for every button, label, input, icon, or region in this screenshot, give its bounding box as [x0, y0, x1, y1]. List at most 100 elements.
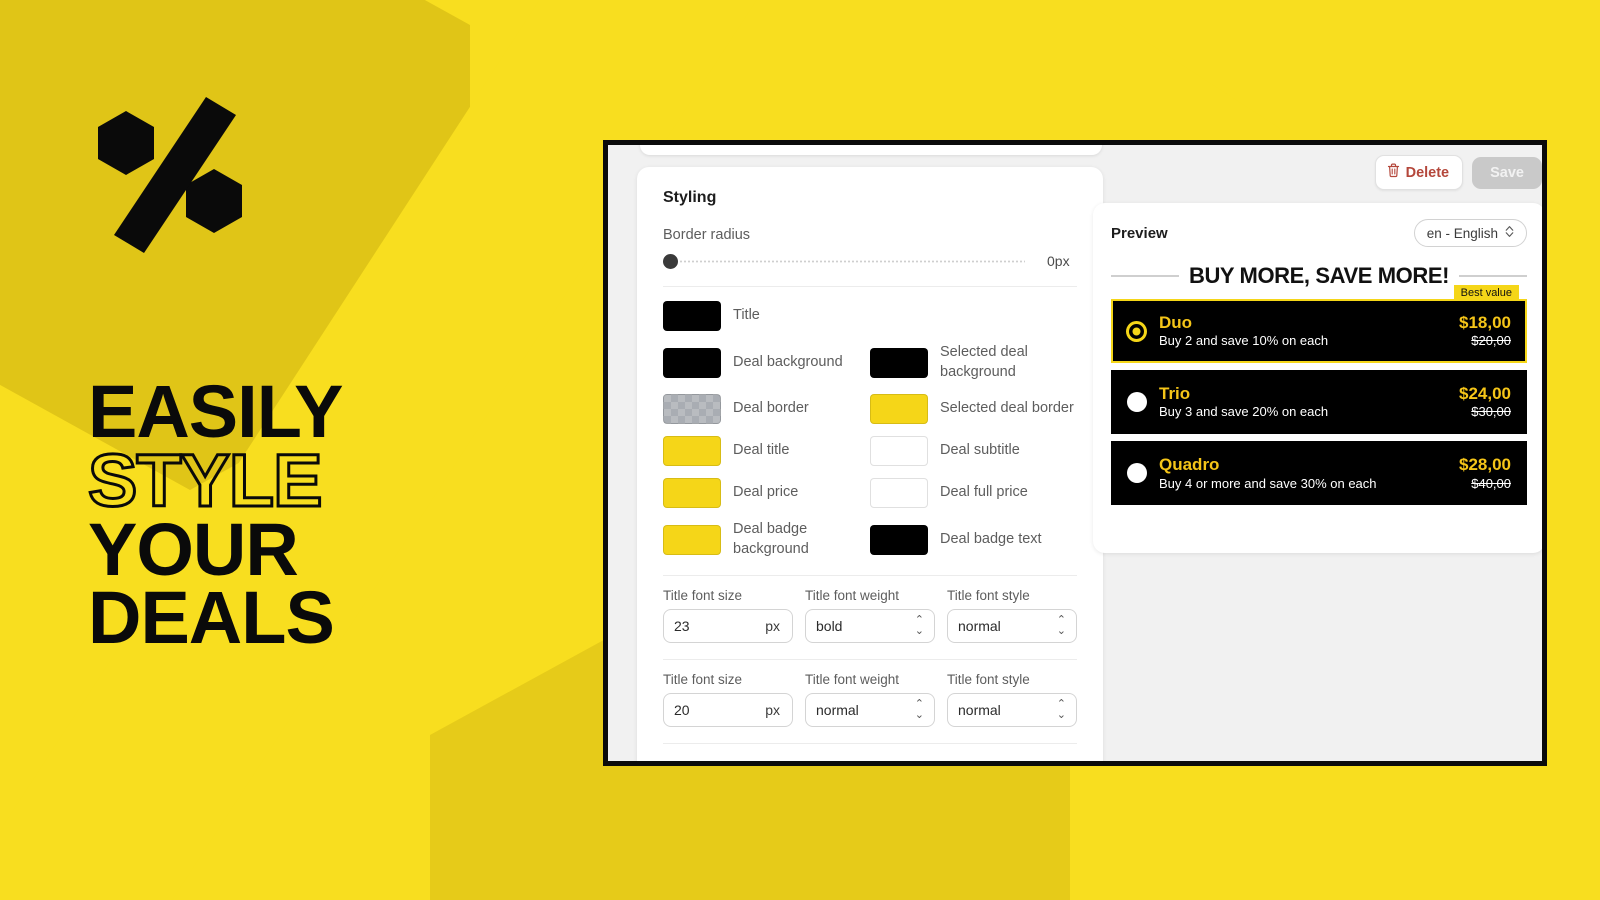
deal-price-quadro: $28,00: [1459, 455, 1511, 475]
partial-card-above: [640, 145, 1102, 155]
color-swatch-deal-full-price[interactable]: [870, 478, 928, 509]
deal-radio-trio[interactable]: [1127, 392, 1147, 413]
font-weight-label-1: Title font weight: [805, 588, 900, 604]
deal-radio-quadro[interactable]: [1127, 463, 1147, 484]
font-style-value-2: normal: [958, 702, 1001, 719]
deal-info: Duo Buy 2 and save 10% on each: [1159, 312, 1459, 350]
swatch-row: Deal badge background Deal badge text: [663, 520, 1077, 559]
delete-button[interactable]: Delete: [1374, 155, 1464, 190]
trash-icon: [1387, 163, 1400, 182]
action-bar: Delete Save: [1374, 155, 1542, 190]
preview-title: Preview: [1111, 224, 1168, 242]
font-size-input-2[interactable]: 20 px: [663, 693, 793, 728]
deal-info: Trio Buy 3 and save 20% on each: [1159, 383, 1459, 421]
deal-full-price-quadro: $40,00: [1471, 475, 1511, 491]
deal-prices: $18,00 $20,00: [1459, 312, 1511, 350]
headline-line-4: DEALS: [88, 576, 335, 660]
swatch-cell-deal-price[interactable]: Deal price: [663, 478, 870, 509]
font-weight-select-1[interactable]: bold ⌃ ⌄: [805, 609, 935, 644]
deal-option-quadro[interactable]: Quadro Buy 4 or more and save 30% on eac…: [1111, 441, 1527, 506]
swatch-cell-deal-badge-background[interactable]: Deal badge background: [663, 520, 870, 559]
field-col-font-size-2: Title font size 20 px: [663, 672, 793, 728]
deal-name-quadro: Quadro: [1159, 455, 1220, 475]
heading-rule-right: [1459, 275, 1528, 277]
color-swatch-deal-subtitle[interactable]: [870, 436, 928, 467]
deal-prices: $24,00 $30,00: [1459, 383, 1511, 421]
swatch-cell-deal-title[interactable]: Deal title: [663, 436, 870, 467]
divider-two: [663, 575, 1077, 577]
swatch-label-selected-deal-background: Selected deal background: [940, 344, 1028, 380]
chevron-updown-icon: ⌃ ⌄: [914, 614, 924, 638]
deal-option-trio[interactable]: Trio Buy 3 and save 20% on each $24,00 $…: [1111, 370, 1527, 435]
deal-full-price-trio: $30,00: [1471, 404, 1511, 420]
swatch-label-deal-badge-background: Deal badge background: [733, 521, 809, 557]
color-swatch-deal-price[interactable]: [663, 478, 721, 509]
color-swatch-deal-badge-text[interactable]: [870, 524, 928, 555]
percent-hexagon-logo-icon: [88, 85, 258, 265]
font-fields-row-one: Title font size 23 px Title font weight …: [663, 588, 1077, 644]
font-fields-row-two: Title font size 20 px Title font weight …: [663, 672, 1077, 728]
swatch-row: Deal price Deal full price: [663, 478, 1077, 509]
swatch-cell-deal-full-price[interactable]: Deal full price: [870, 478, 1077, 509]
swatch-cell-deal-border[interactable]: Deal border: [663, 394, 870, 425]
deal-radio-duo[interactable]: [1129, 323, 1144, 339]
swatch-label-deal-title: Deal title: [733, 442, 790, 459]
deal-price-duo: $18,00: [1459, 313, 1511, 332]
field-col-font-style-2: Title font style normal ⌃ ⌄: [947, 672, 1077, 728]
divider-four: [663, 743, 1077, 745]
chevron-updown-icon: [1505, 225, 1514, 241]
color-swatch-deal-title[interactable]: [663, 436, 721, 467]
field-col-font-size-1: Title font size 23 px: [663, 588, 793, 644]
font-size-input-1[interactable]: 23 px: [663, 609, 793, 644]
styling-card-title: Styling: [663, 189, 717, 206]
headline-line-2: STYLE: [87, 438, 324, 522]
font-style-select-2[interactable]: normal ⌃ ⌄: [947, 693, 1077, 728]
headline-line-3: YOUR: [88, 507, 299, 591]
color-swatch-title[interactable]: [663, 301, 721, 331]
chevron-updown-icon: ⌃ ⌄: [1056, 698, 1066, 722]
border-radius-value: 0px: [1047, 253, 1070, 269]
swatch-cell-selected-deal-border[interactable]: Selected deal border: [870, 394, 1077, 425]
deal-name-trio: Trio: [1159, 384, 1191, 404]
swatch-cell-title[interactable]: Title: [663, 301, 873, 331]
screenshot-frame: Delete Save Styling Border radius 0px Ti…: [603, 140, 1547, 766]
deal-name-duo: Duo: [1159, 313, 1193, 332]
swatch-cell-deal-background[interactable]: Deal background: [663, 347, 870, 378]
font-weight-select-2[interactable]: normal ⌃ ⌄: [805, 693, 935, 728]
deal-option-duo[interactable]: Best value Duo Buy 2 and save 10% on eac…: [1111, 285, 1527, 364]
save-button[interactable]: Save: [1472, 156, 1542, 189]
divider-one: [663, 286, 1077, 287]
font-style-label-2: Title font style: [947, 672, 1030, 688]
font-weight-label-2: Title font weight: [805, 672, 900, 688]
swatch-cell-deal-badge-text[interactable]: Deal badge text: [870, 524, 1077, 555]
border-radius-slider[interactable]: [663, 252, 1035, 270]
swatch-row: Deal background Selected deal background: [663, 343, 1077, 382]
deal-subtitle-quadro: Buy 4 or more and save 30% on each: [1159, 475, 1377, 491]
chevron-updown-icon: ⌃ ⌄: [914, 698, 924, 722]
language-select-value: en - English: [1426, 225, 1498, 241]
language-select[interactable]: en - English: [1413, 219, 1527, 247]
swatch-label-title: Title: [733, 307, 760, 324]
font-weight-value-2: normal: [816, 702, 859, 719]
color-swatch-deal-badge-background[interactable]: [663, 524, 721, 555]
swatch-cell-deal-subtitle[interactable]: Deal subtitle: [870, 436, 1077, 467]
deal-price-trio: $24,00: [1459, 384, 1511, 404]
color-swatch-selected-deal-border[interactable]: [870, 394, 928, 425]
slider-knob[interactable]: [663, 253, 678, 269]
color-swatch-deal-border[interactable]: [663, 394, 721, 425]
promo-headline: EASILY STYLE YOUR DEALS: [87, 370, 508, 660]
swatch-label-selected-deal-border: Selected deal border: [940, 400, 1074, 417]
headline-line-1: EASILY: [88, 370, 343, 453]
divider-three: [663, 659, 1077, 661]
font-style-select-1[interactable]: normal ⌃ ⌄: [947, 609, 1077, 644]
swatch-label-deal-background: Deal background: [733, 353, 843, 370]
preview-header: Preview en - English: [1111, 219, 1527, 247]
border-radius-slider-row: 0px: [663, 252, 1077, 270]
delete-button-label: Delete: [1405, 164, 1450, 181]
deals-heading-text: BUY MORE, SAVE MORE!: [1188, 263, 1450, 288]
swatch-cell-selected-deal-background[interactable]: Selected deal background: [870, 343, 1077, 382]
color-swatch-deal-background[interactable]: [663, 347, 721, 378]
deal-subtitle-duo: Buy 2 and save 10% on each: [1159, 333, 1329, 349]
font-style-label-1: Title font style: [947, 588, 1030, 604]
color-swatch-selected-deal-background[interactable]: [870, 347, 928, 378]
